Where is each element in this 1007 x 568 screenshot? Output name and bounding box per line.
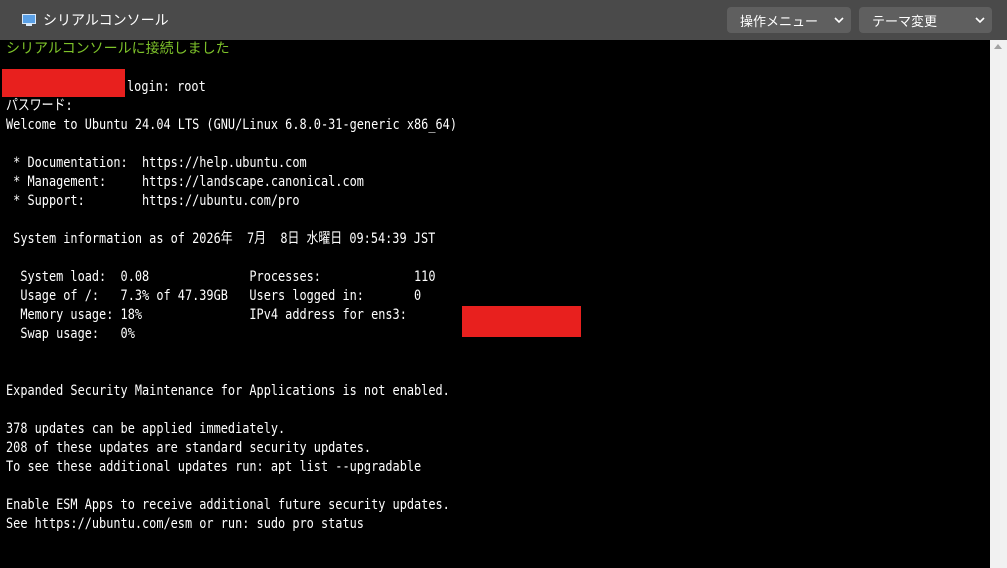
vertical-scrollbar[interactable] [990,40,1007,568]
updates-line: 378 updates can be applied immediately. [6,421,286,437]
monitor-icon [22,14,36,26]
titlebar: シリアルコンソール 操作メニュー テーマ変更 [0,0,1007,40]
theme-select-label: テーマ変更 [872,14,938,30]
chevron-down-icon [834,17,844,24]
management-line: * Management: https://landscape.canonica… [6,174,364,190]
chevron-down-icon [975,17,985,24]
documentation-line: * Documentation: https://help.ubuntu.com [6,155,307,171]
operations-menu-label: 操作メニュー [740,14,819,30]
login-line: login: root [127,79,206,95]
password-prompt: パスワード: [6,98,73,114]
support-line: * Support: https://ubuntu.com/pro [6,193,300,209]
disk-usage-line: Usage of /: 7.3% of 47.39GB Users logged… [6,288,422,304]
system-load-line: System load: 0.08 Processes: 110 [6,269,436,285]
window-title: シリアルコンソール [43,13,169,29]
theme-select[interactable]: テーマ変更 [859,7,992,33]
esm-line: Expanded Security Maintenance for Applic… [6,383,450,399]
security-updates-line: 208 of these updates are standard securi… [6,440,372,456]
connected-message: シリアルコンソールに接続しました [6,41,230,57]
swap-usage-line: Swap usage: 0% [6,326,135,342]
memory-usage-line: Memory usage: 18% IPv4 address for ens3: [6,307,407,323]
redacted-ip-address [462,306,581,337]
terminal-output[interactable]: シリアルコンソールに接続しました login: root パスワード: Welc… [0,40,990,568]
esm-apps-line: Enable ESM Apps to receive additional fu… [6,497,450,513]
system-info-line: System information as of 2026年 7月 8日 水曜日… [6,231,436,247]
scroll-up-arrow-icon[interactable] [994,44,1002,49]
welcome-line: Welcome to Ubuntu 24.04 LTS (GNU/Linux 6… [6,117,457,133]
redacted-hostname [2,69,125,97]
apt-list-line: To see these additional updates run: apt… [6,459,422,475]
esm-status-line: See https://ubuntu.com/esm or run: sudo … [6,516,364,532]
serial-console-window: シリアルコンソール 操作メニュー テーマ変更 シリアルコンソールに接続しました … [0,0,1007,568]
operations-menu-select[interactable]: 操作メニュー [727,7,851,33]
